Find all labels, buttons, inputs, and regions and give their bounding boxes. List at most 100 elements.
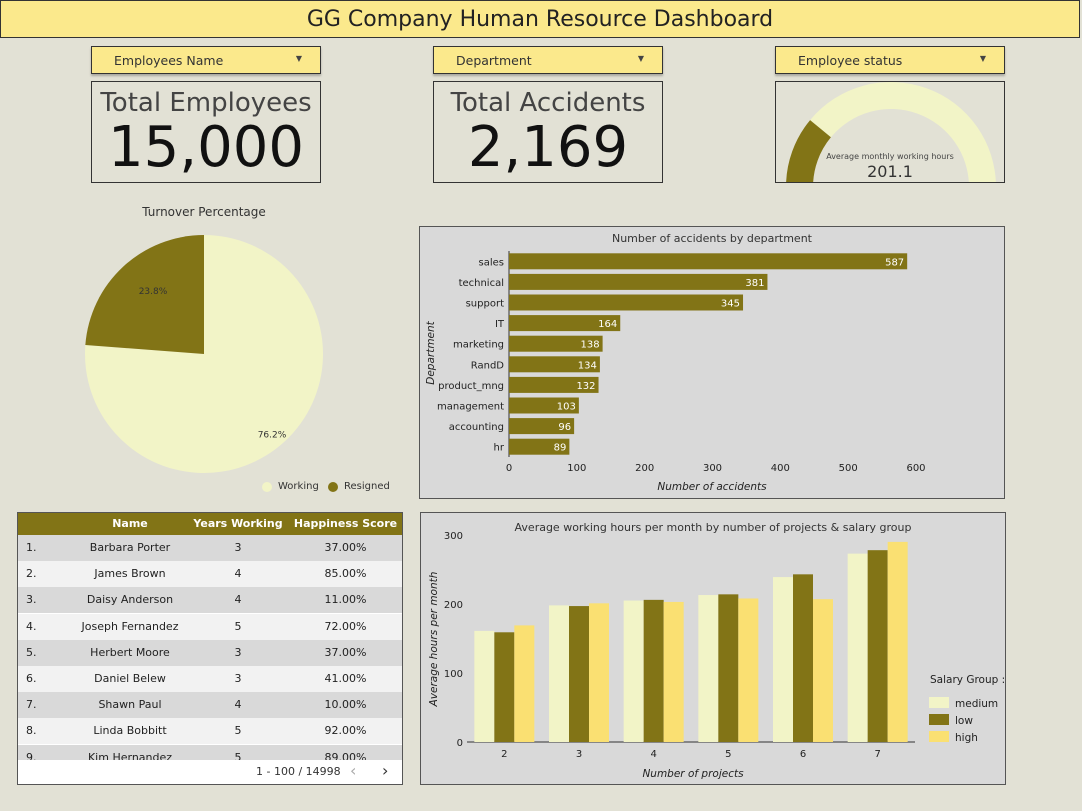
accidents-chart-panel: Number of accidents by department sales 5… (419, 226, 1005, 499)
accidents-bar-chart: sales 587 technical 381 support 345 IT 164 marke… (425, 251, 926, 493)
chevron-right-icon[interactable]: › (382, 761, 388, 780)
years-working-cell: 4 (234, 593, 242, 607)
accident-bar (509, 273, 768, 290)
row-index: 8. (26, 724, 37, 738)
pie-label-resigned: 23.8% (139, 287, 168, 297)
legend-label: Working (278, 481, 319, 492)
accident-bar (509, 294, 744, 311)
department-filter[interactable]: Department ▼ (433, 46, 663, 74)
pie-legend-resigned[interactable]: Resigned (328, 481, 390, 492)
pagination-text: 1 - 100 / 14998 (256, 765, 341, 778)
accident-bar-value: 587 (885, 257, 904, 268)
y-tick-label: 0 (457, 738, 463, 749)
accident-bar-value: 381 (745, 278, 764, 289)
legend-swatch (328, 481, 338, 492)
hours-bar (623, 600, 644, 742)
column-header-happiness-score[interactable]: Happiness Score (288, 517, 402, 530)
department-tick-label: marketing (453, 340, 504, 351)
years-working-cell: 3 (234, 541, 242, 554)
hours-bar (589, 603, 609, 742)
hours-bar (494, 632, 515, 742)
column-header-years-working[interactable]: Years Working (193, 517, 283, 530)
total-accidents-value: 2,169 (467, 115, 629, 180)
table-row[interactable]: 5. Herbert Moore 3 37.00% (18, 639, 402, 666)
employee-status-filter[interactable]: Employee status ▼ (775, 46, 1005, 74)
department-tick-label: RandD (471, 360, 505, 371)
legend-swatch (929, 697, 949, 708)
hours-bar (474, 630, 495, 742)
table-row[interactable]: 3. Daisy Anderson 4 11.00% (18, 587, 402, 614)
years-working-cell: 5 (234, 619, 242, 633)
project-tick-label: 3 (576, 749, 582, 760)
legend-label: low (955, 715, 973, 727)
accident-bar-value: 132 (576, 381, 595, 392)
accident-bar-value: 96 (558, 422, 571, 433)
table-footer: 1 - 100 / 14998 ‹ › (18, 760, 402, 784)
years-working-cell: 4 (234, 567, 242, 581)
project-tick-label: 2 (501, 749, 507, 760)
hours-bar (718, 594, 739, 742)
employee-name-cell: Daisy Anderson (86, 593, 174, 607)
row-index: 1. (26, 541, 37, 554)
department-tick-label: hr (494, 443, 505, 454)
hours-bar (663, 601, 684, 742)
employee-table: Name Years Working Happiness Score 1. Bar… (17, 512, 403, 785)
total-accidents-card: Total Accidents 2,169 (433, 81, 663, 183)
y-axis-title: Department (425, 320, 437, 384)
accident-bar-value: 134 (578, 360, 597, 371)
row-index: 4. (26, 619, 37, 633)
project-tick-label: 6 (800, 749, 806, 760)
years-working-cell: 3 (234, 645, 242, 659)
accident-bar-value: 103 (557, 402, 576, 413)
y-tick-label: 200 (444, 600, 463, 611)
happiness-score-cell: 92.00% (324, 724, 367, 738)
happiness-score-cell: 37.00% (324, 645, 367, 659)
happiness-score-cell: 85.00% (324, 567, 367, 581)
pie-label-working: 76.2% (258, 430, 287, 440)
hours-bar (738, 598, 759, 742)
gauge-label: Average monthly working hours (826, 152, 954, 161)
chevron-left-icon[interactable]: ‹ (350, 761, 356, 780)
table-row[interactable]: 8. Linda Bobbitt 5 92.00% (18, 718, 402, 745)
row-index: 7. (26, 698, 37, 712)
employees-name-filter[interactable]: Employees Name ▼ (91, 46, 321, 74)
column-header-name[interactable]: Name (80, 517, 180, 530)
table-row[interactable]: 6. Daniel Belew 3 41.00% (18, 666, 402, 692)
working-hours-gauge-card: Average monthly working hours 201.1 (775, 81, 1005, 183)
legend-label: Resigned (344, 481, 390, 492)
employee-name-cell: Shawn Paul (98, 698, 162, 712)
hours-chart-panel: Average working hours per month by numbe… (420, 512, 1006, 785)
x-tick-label: 100 (567, 463, 586, 474)
y-tick-label: 300 (444, 531, 463, 542)
hours-bar (698, 595, 719, 742)
legend-swatch (929, 714, 949, 725)
table-row[interactable]: 1. Barbara Porter 3 37.00% (18, 535, 402, 561)
accident-bar-value: 89 (554, 443, 567, 454)
legend-swatch (929, 731, 949, 742)
hours-bar (847, 553, 868, 742)
department-tick-label: product_mng (438, 381, 504, 392)
pie-legend-working[interactable]: Working (262, 481, 319, 492)
hours-bar (514, 625, 535, 742)
table-row[interactable]: 2. James Brown 4 85.00% (18, 561, 402, 588)
hours-grouped-bar-chart: 0 100 200 300 2 3 4 5 6 7 Number of projects Averag… (428, 531, 1005, 780)
hours-bar (867, 550, 888, 742)
accident-bar-value: 164 (598, 319, 617, 330)
table-row[interactable]: 4. Joseph Fernandez 5 72.00% (18, 613, 402, 640)
table-row[interactable]: 7. Shawn Paul 4 10.00% (18, 692, 402, 719)
hours-bar (813, 599, 833, 742)
department-tick-label: accounting (449, 422, 504, 433)
employee-name-cell: Linda Bobbitt (93, 724, 167, 738)
dashboard-title: GG Company Human Resource Dashboard (0, 0, 1080, 38)
x-axis-title: Number of projects (642, 768, 744, 780)
employee-name-cell: Herbert Moore (90, 645, 170, 659)
department-tick-label: sales (479, 257, 504, 268)
legend-swatch (262, 481, 272, 492)
turnover-pie-chart: 76.2% 23.8% (84, 235, 323, 473)
accident-bar-value: 345 (721, 299, 740, 310)
row-index: 3. (26, 593, 37, 607)
hours-bar (569, 606, 589, 742)
years-working-cell: 4 (234, 698, 242, 712)
project-tick-label: 4 (650, 749, 656, 760)
happiness-score-cell: 10.00% (324, 698, 367, 712)
